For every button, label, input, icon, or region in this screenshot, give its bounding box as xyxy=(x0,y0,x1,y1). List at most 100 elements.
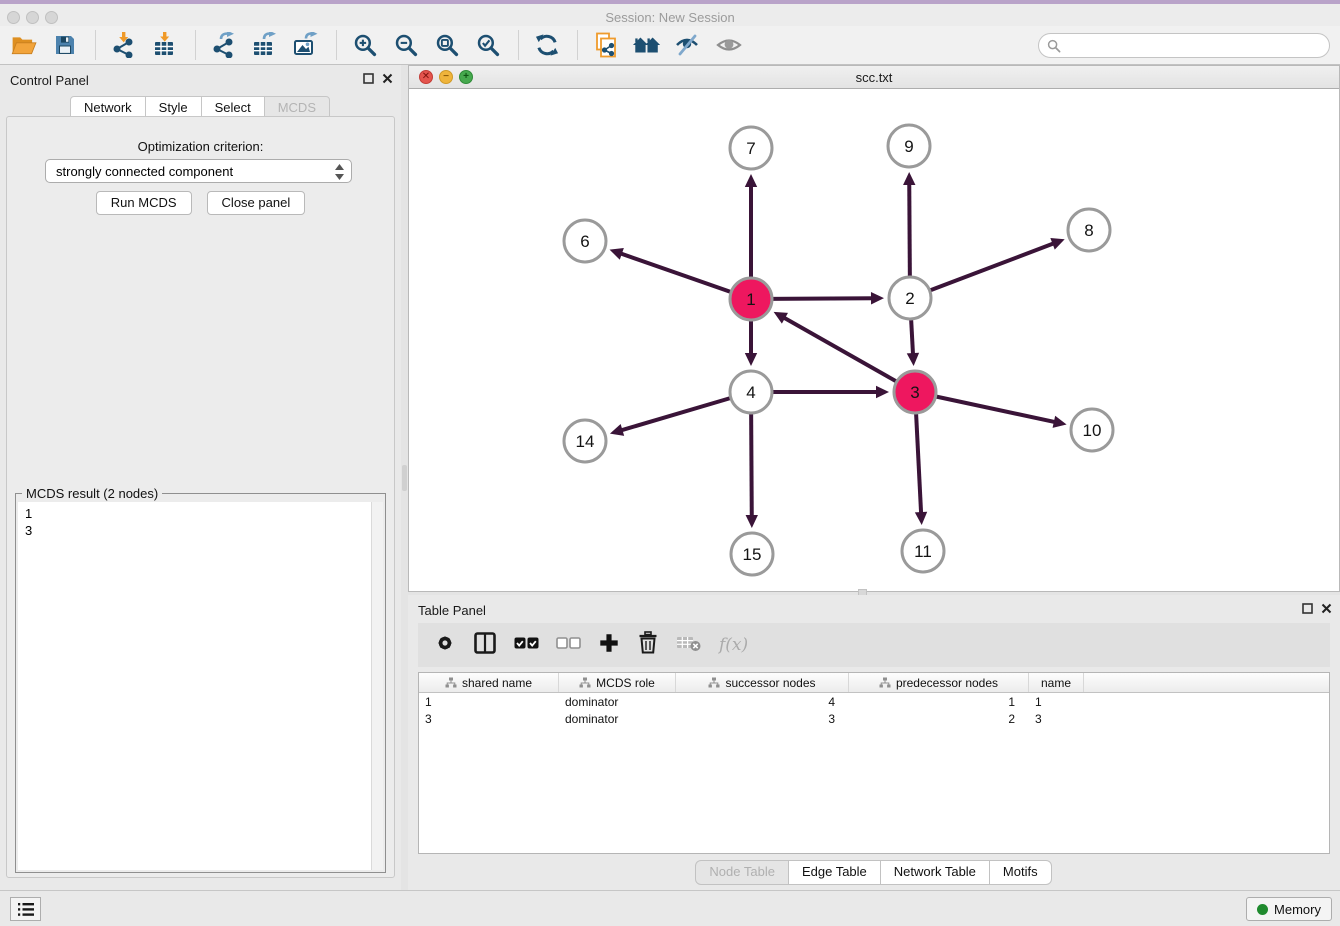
graph-edge-arrowhead xyxy=(903,172,915,185)
column-header-label: successor nodes xyxy=(725,676,815,690)
show-graphics-details-button[interactable] xyxy=(714,30,744,60)
network-view-window: ✕ − + scc.txt 1234678910111415 xyxy=(408,65,1340,592)
export-network-button[interactable] xyxy=(209,30,239,60)
float-panel-icon[interactable] xyxy=(363,73,374,84)
vertical-splitter[interactable] xyxy=(401,65,408,890)
network-window-titlebar[interactable]: ✕ − + scc.txt xyxy=(409,66,1339,89)
tab-edge-table[interactable]: Edge Table xyxy=(788,860,881,885)
tab-motifs[interactable]: Motifs xyxy=(989,860,1052,885)
graph-node-label-7: 7 xyxy=(746,139,755,158)
column-header-label: predecessor nodes xyxy=(896,676,998,690)
graph-node-label-8: 8 xyxy=(1084,221,1093,240)
table-cell[interactable]: 3 xyxy=(1029,712,1084,726)
table-cell[interactable]: 2 xyxy=(849,712,1029,726)
graph-edge-2-9[interactable] xyxy=(909,182,910,279)
graph-node-label-14: 14 xyxy=(576,432,595,451)
apply-function-button[interactable]: f(x) xyxy=(719,635,748,655)
eye-icon xyxy=(715,33,743,57)
table-cell[interactable]: 3 xyxy=(676,712,849,726)
graph-edge-3-11[interactable] xyxy=(916,411,921,515)
show-column-button[interactable] xyxy=(473,631,497,660)
graph-node-label-11: 11 xyxy=(914,542,932,561)
graph-edge-2-3[interactable] xyxy=(911,317,913,356)
add-column-button[interactable] xyxy=(598,632,620,659)
table-cell[interactable]: 3 xyxy=(419,712,559,726)
close-panel-icon[interactable] xyxy=(1321,603,1332,614)
close-panel-icon[interactable] xyxy=(382,73,393,84)
table-cell[interactable]: 4 xyxy=(676,695,849,709)
network-canvas[interactable]: 1234678910111415 xyxy=(409,90,1339,591)
criterion-select[interactable]: strongly connected component xyxy=(45,159,352,183)
table-options-gear-button[interactable] xyxy=(434,632,456,659)
tab-network-table[interactable]: Network Table xyxy=(880,860,990,885)
toolbar-separator xyxy=(518,30,519,60)
network-from-selection-button[interactable] xyxy=(591,30,621,60)
first-neighbors-button[interactable] xyxy=(632,30,662,60)
table-panel: Table Panel xyxy=(408,595,1340,890)
refresh-icon xyxy=(534,32,560,58)
open-file-button[interactable] xyxy=(9,30,39,60)
zoom-in-button[interactable] xyxy=(350,30,380,60)
toolbar-separator xyxy=(195,30,196,60)
zoom-selected-button[interactable] xyxy=(473,30,503,60)
table-row[interactable]: 3dominator323 xyxy=(419,710,1329,727)
graph-edge-arrowhead xyxy=(915,512,927,525)
column-header-MCDS-role[interactable]: MCDS role xyxy=(559,673,676,692)
table-cell[interactable]: 1 xyxy=(419,695,559,709)
graph-edge-2-8[interactable] xyxy=(928,243,1056,291)
tab-node-table[interactable]: Node Table xyxy=(695,860,789,885)
import-table-button[interactable] xyxy=(150,30,180,60)
graph-edge-3-1[interactable] xyxy=(782,317,898,383)
column-header-label: MCDS role xyxy=(596,676,655,690)
table-row[interactable]: 1dominator411 xyxy=(419,693,1329,710)
eye-slash-icon xyxy=(674,33,702,57)
save-session-button[interactable] xyxy=(50,30,80,60)
table-cell[interactable]: 1 xyxy=(1029,695,1084,709)
search-input[interactable] xyxy=(1066,36,1329,56)
search-icon xyxy=(1047,39,1061,53)
graph-node-label-1: 1 xyxy=(746,290,755,309)
table-cell[interactable]: dominator xyxy=(559,695,676,709)
graph-edge-1-6[interactable] xyxy=(619,253,733,293)
graph-edge-3-10[interactable] xyxy=(934,396,1057,422)
memory-button[interactable]: Memory xyxy=(1246,897,1332,921)
export-table-button[interactable] xyxy=(250,30,280,60)
graph-node-label-4: 4 xyxy=(746,383,755,402)
column-header-predecessor-nodes[interactable]: predecessor nodes xyxy=(849,673,1029,692)
mcds-result-text[interactable]: 13 xyxy=(18,502,383,870)
task-history-button[interactable] xyxy=(10,897,41,921)
main-titlebar: Session: New Session xyxy=(0,0,1340,26)
main-toolbar xyxy=(0,26,1340,65)
close-panel-button[interactable]: Close panel xyxy=(207,191,306,215)
table-cell[interactable]: dominator xyxy=(559,712,676,726)
graph-edge-4-15[interactable] xyxy=(751,411,752,518)
import-network-button[interactable] xyxy=(109,30,139,60)
graph-edge-4-14[interactable] xyxy=(620,397,733,430)
graph-edge-arrowhead xyxy=(907,353,919,366)
search-field[interactable] xyxy=(1038,33,1330,58)
delete-column-button[interactable] xyxy=(637,631,659,660)
trash-icon xyxy=(637,631,659,655)
delete-table-icon xyxy=(676,633,702,653)
zoom-out-button[interactable] xyxy=(391,30,421,60)
export-image-button[interactable] xyxy=(291,30,321,60)
column-header-name[interactable]: name xyxy=(1029,673,1084,692)
gear-icon xyxy=(434,632,456,654)
unselect-all-columns-button[interactable] xyxy=(556,636,581,655)
column-header-shared-name[interactable]: shared name xyxy=(419,673,559,692)
mcds-panel: Optimization criterion: strongly connect… xyxy=(6,116,395,878)
mcds-result-scrollbar[interactable] xyxy=(371,502,383,870)
run-mcds-button[interactable]: Run MCDS xyxy=(96,191,192,215)
select-all-columns-button[interactable] xyxy=(514,636,539,655)
table-cell[interactable]: 1 xyxy=(849,695,1029,709)
splitter-handle[interactable] xyxy=(402,465,407,491)
graph-edge-1-2[interactable] xyxy=(770,298,874,299)
float-panel-icon[interactable] xyxy=(1302,603,1313,614)
zoom-in-icon xyxy=(353,33,378,58)
column-header-successor-nodes[interactable]: successor nodes xyxy=(676,673,849,692)
zoom-fit-button[interactable] xyxy=(432,30,462,60)
apply-layout-button[interactable] xyxy=(532,30,562,60)
delete-table-button[interactable] xyxy=(676,633,702,658)
graph-edge-arrowhead xyxy=(610,424,624,436)
hide-vizmapper-button[interactable] xyxy=(673,30,703,60)
